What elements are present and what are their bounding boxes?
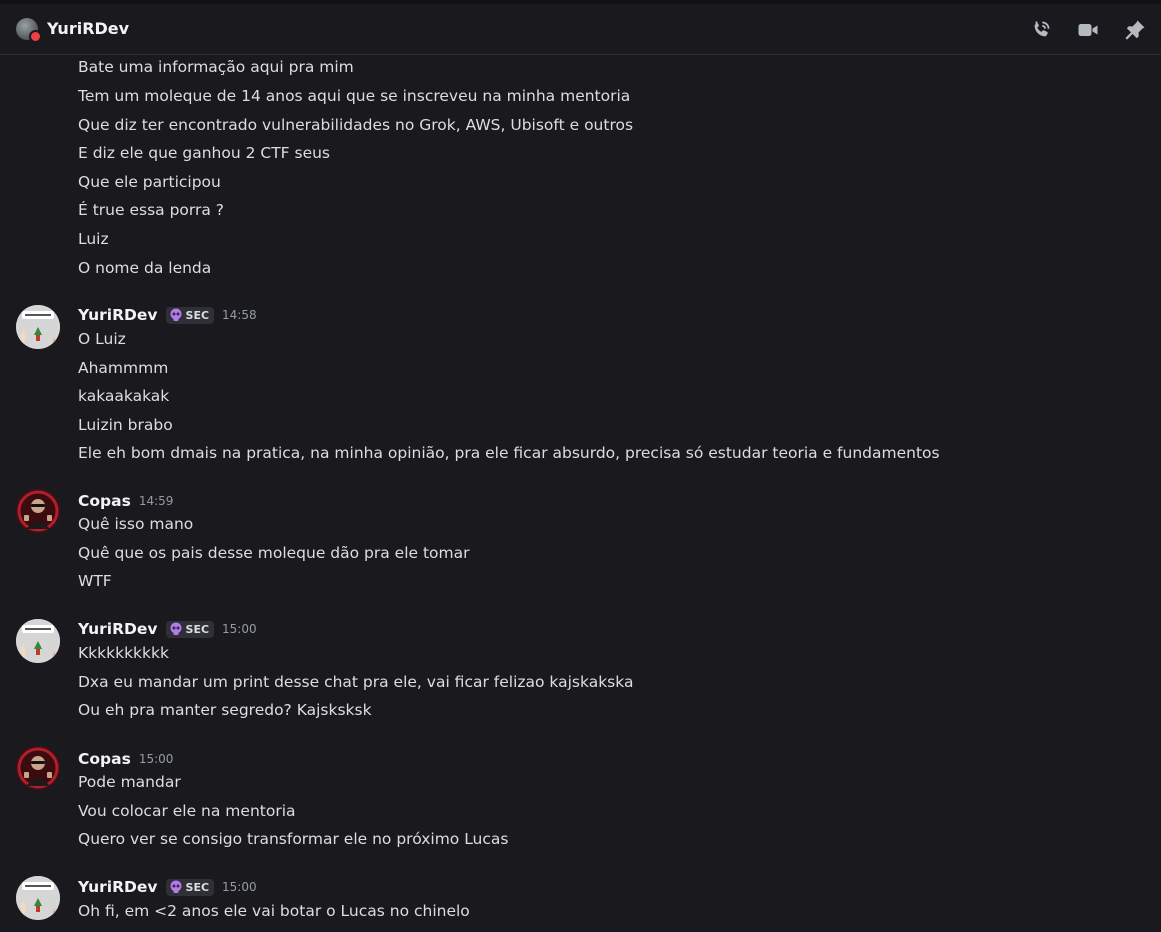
avatar-image	[16, 876, 60, 920]
phone-call-icon[interactable]	[1029, 18, 1053, 42]
avatar[interactable]	[16, 489, 60, 533]
avatar-image	[16, 305, 60, 349]
username[interactable]: YuriRDev	[78, 620, 158, 638]
channel-header: YuriRDev	[0, 4, 1161, 55]
tag-label: SEC	[185, 622, 210, 636]
message-line[interactable]: Dxa eu mandar um print desse chat pra el…	[78, 671, 633, 693]
username[interactable]: YuriRDev	[78, 306, 158, 324]
message-line[interactable]: Que ele participou	[78, 171, 221, 193]
message-feed[interactable]: Bate uma informação aqui pra mim Tem um …	[0, 56, 1161, 932]
header-toolbar	[1029, 18, 1147, 42]
channel-title[interactable]: YuriRDev	[47, 19, 129, 39]
message-line[interactable]: Pode mandar	[78, 771, 181, 793]
message-line[interactable]: Luizin brabo	[78, 414, 173, 436]
message-header: YuriRDev SEC 14:58	[78, 304, 257, 326]
message-line[interactable]: WTF	[78, 570, 112, 592]
timestamp[interactable]: 14:59	[139, 494, 174, 508]
dm-window: YuriRDev Bate uma informação aqui pra mi…	[0, 0, 1161, 932]
avatar[interactable]	[16, 746, 60, 790]
message-line[interactable]: Ele eh bom dmais na pratica, na minha op…	[78, 442, 940, 464]
timestamp[interactable]: 14:58	[222, 308, 257, 322]
avatar[interactable]	[16, 305, 60, 349]
avatar[interactable]	[16, 876, 60, 920]
message-line[interactable]: Quero ver se consigo transformar ele no …	[78, 828, 508, 850]
message-header: YuriRDev SEC 15:00	[78, 618, 257, 640]
avatar-image	[16, 619, 60, 663]
tag-label: SEC	[185, 308, 210, 322]
skull-icon	[170, 880, 182, 893]
username[interactable]: Copas	[78, 492, 131, 510]
header-avatar[interactable]	[16, 18, 42, 43]
skull-icon	[170, 308, 182, 321]
timestamp[interactable]: 15:00	[222, 622, 257, 636]
message-line[interactable]: É true essa porra ?	[78, 199, 224, 221]
message-line[interactable]: Ou eh pra manter segredo? Kajsksksk	[78, 699, 372, 721]
avatar-image	[16, 489, 60, 533]
message-line[interactable]: O nome da lenda	[78, 257, 211, 279]
message-line[interactable]: Kkkkkkkkkk	[78, 642, 169, 664]
dnd-status-icon	[29, 30, 42, 43]
username[interactable]: Copas	[78, 750, 131, 768]
message-line[interactable]: Luiz	[78, 228, 109, 250]
message-line[interactable]: kakaakakak	[78, 385, 169, 407]
skull-icon	[170, 622, 182, 635]
message-line[interactable]: Quê isso mano	[78, 513, 193, 535]
message-header: Copas 15:00	[78, 748, 173, 770]
tag-label: SEC	[185, 880, 210, 894]
message-line[interactable]: Oh fi, em <2 anos ele vai botar o Lucas …	[78, 900, 470, 922]
video-camera-icon[interactable]	[1076, 18, 1100, 42]
message-line[interactable]: Quê que os pais desse moleque dão pra el…	[78, 542, 470, 564]
message-line[interactable]: Vou colocar ele na mentoria	[78, 800, 296, 822]
message-line[interactable]: Bate uma informação aqui pra mim	[78, 56, 354, 78]
message-header: YuriRDev SEC 15:00	[78, 876, 257, 898]
timestamp[interactable]: 15:00	[222, 880, 257, 894]
avatar[interactable]	[16, 619, 60, 663]
message-line[interactable]: Tem um moleque de 14 anos aqui que se in…	[78, 85, 630, 107]
server-tag[interactable]: SEC	[165, 620, 215, 638]
message-line[interactable]: Ahammmm	[78, 357, 168, 379]
server-tag[interactable]: SEC	[165, 306, 215, 324]
server-tag[interactable]: SEC	[165, 878, 215, 896]
pin-icon[interactable]	[1123, 18, 1147, 42]
message-line[interactable]: Que diz ter encontrado vulnerabilidades …	[78, 114, 633, 136]
message-line[interactable]: E diz ele que ganhou 2 CTF seus	[78, 142, 330, 164]
username[interactable]: YuriRDev	[78, 878, 158, 896]
avatar-image	[16, 746, 60, 790]
message-header: Copas 14:59	[78, 490, 173, 512]
message-line[interactable]: O Luiz	[78, 328, 126, 350]
timestamp[interactable]: 15:00	[139, 752, 174, 766]
